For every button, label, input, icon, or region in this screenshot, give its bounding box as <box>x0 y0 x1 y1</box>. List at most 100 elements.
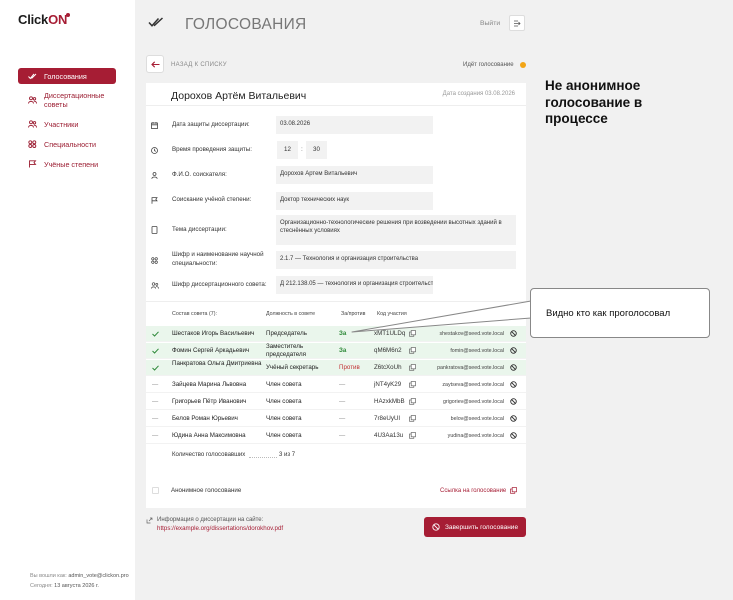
logout-button[interactable] <box>509 15 525 31</box>
sidebar-item-label: Участники <box>44 119 79 129</box>
date-key: Сегодня: <box>30 583 53 589</box>
annotation-title: Не анонимное голосование в процессе <box>545 78 643 126</box>
sidebar-item-participants[interactable]: Участники <box>18 116 116 132</box>
defense-time-label: Время проведения защиты: <box>172 146 252 153</box>
specialty-field[interactable]: 2.1.7 — Технология и организация строите… <box>276 251 516 269</box>
revoke-icon[interactable] <box>510 415 517 422</box>
anonymous-label: Анонимное голосование <box>171 487 242 494</box>
sidebar-item-label: Голосования <box>44 71 87 81</box>
defense-date-field[interactable]: 03.08.2026 <box>276 116 433 134</box>
member-name: Зайцева Марина Львовна <box>172 381 247 388</box>
voters-count-value: 3 из 7 <box>279 452 296 458</box>
member-name: Панкратова Ольга Дмитриевна <box>172 360 262 367</box>
double-check-icon <box>28 73 37 79</box>
dissertation-info-link[interactable]: https://example.org/dissertations/dorokh… <box>157 525 283 532</box>
not-voted-dash: — <box>152 381 159 388</box>
sidebar-item-label: Учёные степени <box>44 159 99 169</box>
copy-icon[interactable] <box>409 398 416 405</box>
member-email: pankratova@seed.vote.local <box>437 365 504 371</box>
member-vote: За <box>339 347 347 354</box>
specialties-icon <box>151 257 158 264</box>
member-code: xMT1ULDq <box>374 330 406 337</box>
table-header-code: Код участия <box>377 311 407 317</box>
applicant-label: Ф.И.О. соискателя: <box>172 171 227 178</box>
member-code: 4U3Aa13u <box>374 432 404 439</box>
table-row: Панкратова Ольга Дмитриевна Учёный секре… <box>146 360 526 376</box>
sidebar-nav: Голосования Диссертационные советы Участ… <box>18 68 116 176</box>
council-field[interactable]: Д 212.138.05 — технология и организация … <box>276 276 433 294</box>
applicant-field[interactable]: Дорохов Артем Витальевич <box>276 166 433 184</box>
finish-voting-label: Завершить голосование <box>444 523 519 531</box>
table-row: Шестаков Игорь Васильевич Председатель З… <box>146 326 526 342</box>
link-icon <box>146 517 153 524</box>
member-name: Юдина Анна Максимовна <box>172 432 246 439</box>
revoke-icon[interactable] <box>510 347 517 354</box>
councils-icon <box>151 282 159 289</box>
copy-icon[interactable] <box>409 432 416 439</box>
member-name: Шестаков Игорь Васильевич <box>172 330 255 337</box>
finish-voting-button[interactable]: Завершить голосование <box>424 517 526 537</box>
table-header-email: Электронная почта <box>480 311 513 323</box>
not-voted-dash: — <box>152 432 159 439</box>
member-vote: — <box>339 381 346 388</box>
copy-icon[interactable] <box>409 330 416 337</box>
copy-icon[interactable] <box>409 347 416 354</box>
member-email: shestakov@seed.vote.local <box>439 331 504 337</box>
defense-time-hours-field[interactable]: 12 <box>277 141 298 159</box>
member-vote: За <box>339 330 347 337</box>
table-header-vote: За/против <box>341 311 366 317</box>
councils-icon <box>28 96 37 104</box>
card-created-date: Дата создания 03.08.2026 <box>442 91 515 97</box>
sidebar-footer: Вы вошли как: admin_vote@clickon.pro Сег… <box>30 571 129 591</box>
arrow-left-icon <box>150 60 159 68</box>
logo-dot <box>66 13 71 17</box>
revoke-icon[interactable] <box>510 330 517 337</box>
back-to-list-link[interactable]: НАЗАД К СПИСКУ <box>171 62 227 68</box>
vote-status-text: Идёт голосование <box>463 62 514 68</box>
topic-label: Тема диссертации: <box>172 226 227 233</box>
double-check-icon <box>148 17 164 27</box>
copy-icon[interactable] <box>409 381 416 388</box>
stop-icon <box>432 523 440 531</box>
copy-icon[interactable] <box>510 487 517 494</box>
voting-card: Дорохов Артём Витальевич Дата создания 0… <box>146 83 526 508</box>
council-label: Шифр диссертационного совета: <box>172 281 267 288</box>
anonymous-checkbox[interactable] <box>152 487 159 494</box>
logout-link[interactable]: Выйти <box>480 20 500 27</box>
revoke-icon[interactable] <box>510 432 517 439</box>
sidebar-item-specialties[interactable]: Специальности <box>18 136 116 152</box>
table-row: — Григорьев Пётр Иванович Член совета — … <box>146 394 526 410</box>
sidebar-item-votings[interactable]: Голосования <box>18 68 116 84</box>
member-position: Учёный секретарь <box>266 364 319 371</box>
copy-icon[interactable] <box>409 415 416 422</box>
revoke-icon[interactable] <box>510 398 517 405</box>
topic-field[interactable]: Организационно-технологические решения п… <box>276 215 516 245</box>
revoke-icon[interactable] <box>510 381 517 388</box>
member-email: fomin@seed.vote.local <box>450 348 504 354</box>
page-title: ГОЛОСОВАНИЯ <box>185 16 307 33</box>
member-email: grigoriev@seed.vote.local <box>442 399 504 405</box>
sidebar-item-degrees[interactable]: Учёные степени <box>18 156 116 172</box>
member-vote: Против <box>339 364 360 371</box>
logo[interactable]: ClickON <box>18 12 71 27</box>
flag-icon <box>29 160 37 168</box>
users-icon <box>28 120 37 128</box>
login-key: Вы вошли как: <box>30 573 67 579</box>
dissertation-info-label: Информация о диссертации на сайте: <box>157 517 264 523</box>
member-position: Заместитель председателя <box>266 343 306 358</box>
member-code: qM6M6n2 <box>374 347 402 354</box>
revoke-icon[interactable] <box>510 364 517 371</box>
back-button[interactable] <box>146 55 164 73</box>
time-separator: : <box>301 146 303 153</box>
member-name: Белов Роман Юрьевич <box>172 415 238 422</box>
table-header-position: Должность в совете <box>266 311 316 317</box>
degree-field[interactable]: Доктор технических наук <box>276 192 433 210</box>
sidebar-item-councils[interactable]: Диссертационные советы <box>18 88 116 112</box>
specialty-label: Шифр и наименование научной специальност… <box>172 251 264 267</box>
copy-icon[interactable] <box>409 364 416 371</box>
vote-link[interactable]: Ссылка на голосование <box>440 488 506 494</box>
defense-time-minutes-field[interactable]: 30 <box>306 141 327 159</box>
flag-icon <box>151 197 158 204</box>
logo-prefix: Click <box>18 12 49 27</box>
member-position: Член совета <box>266 381 302 388</box>
